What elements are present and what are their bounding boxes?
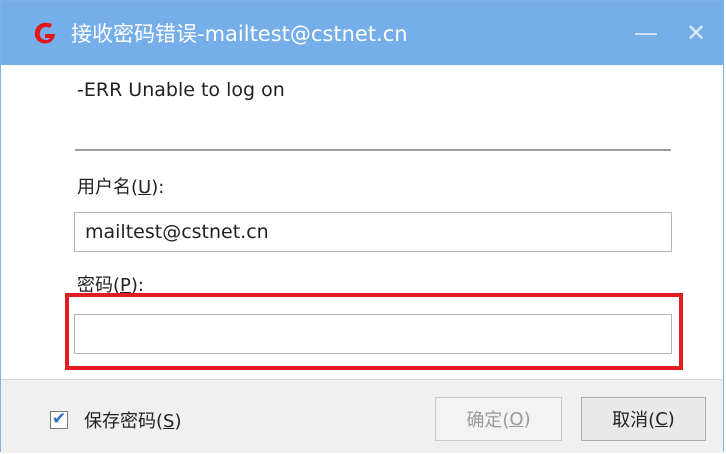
- password-label: 密码(P):: [77, 271, 144, 297]
- dialog-footer: ✔ 保存密码(S) 确定(O) 取消(C): [1, 379, 723, 453]
- minimize-button[interactable]: —: [631, 15, 661, 51]
- close-button[interactable]: ✕: [681, 15, 711, 51]
- save-password-label[interactable]: 保存密码(S): [84, 407, 182, 433]
- cancel-prefix: 取消(: [612, 410, 656, 431]
- username-label-suffix: ):: [151, 177, 165, 198]
- password-label-hotkey: P: [120, 275, 131, 296]
- cancel-button[interactable]: 取消(C): [581, 397, 706, 441]
- password-input[interactable]: [74, 314, 672, 354]
- foxmail-logo-icon: [34, 22, 55, 44]
- username-label: 用户名(U):: [77, 173, 164, 199]
- title-bar[interactable]: 接收密码错误-mailtest@cstnet.cn — ✕: [1, 1, 723, 65]
- password-error-dialog: 接收密码错误-mailtest@cstnet.cn — ✕ -ERR Unabl…: [0, 0, 724, 453]
- save-label-suffix: ): [174, 411, 182, 432]
- ok-hotkey: O: [509, 408, 524, 430]
- save-label-hotkey: S: [163, 411, 175, 432]
- checkmark-icon: ✔: [52, 409, 67, 429]
- password-label-prefix: 密码(: [77, 275, 121, 296]
- password-label-suffix: ):: [130, 275, 144, 296]
- username-input[interactable]: mailtest@cstnet.cn: [74, 212, 672, 252]
- username-label-hotkey: U: [138, 177, 152, 198]
- ok-prefix: 确定(: [466, 410, 510, 431]
- window-title: 接收密码错误-mailtest@cstnet.cn: [71, 22, 408, 46]
- separator: [75, 149, 671, 151]
- cancel-hotkey: C: [655, 408, 668, 430]
- save-label-prefix: 保存密码(: [84, 411, 164, 432]
- ok-button[interactable]: 确定(O): [435, 397, 562, 441]
- username-label-prefix: 用户名(: [77, 177, 139, 198]
- ok-suffix: ): [523, 408, 531, 430]
- save-password-checkbox[interactable]: ✔: [50, 409, 68, 429]
- error-message: -ERR Unable to log on: [77, 79, 285, 101]
- cancel-suffix: ): [667, 408, 675, 430]
